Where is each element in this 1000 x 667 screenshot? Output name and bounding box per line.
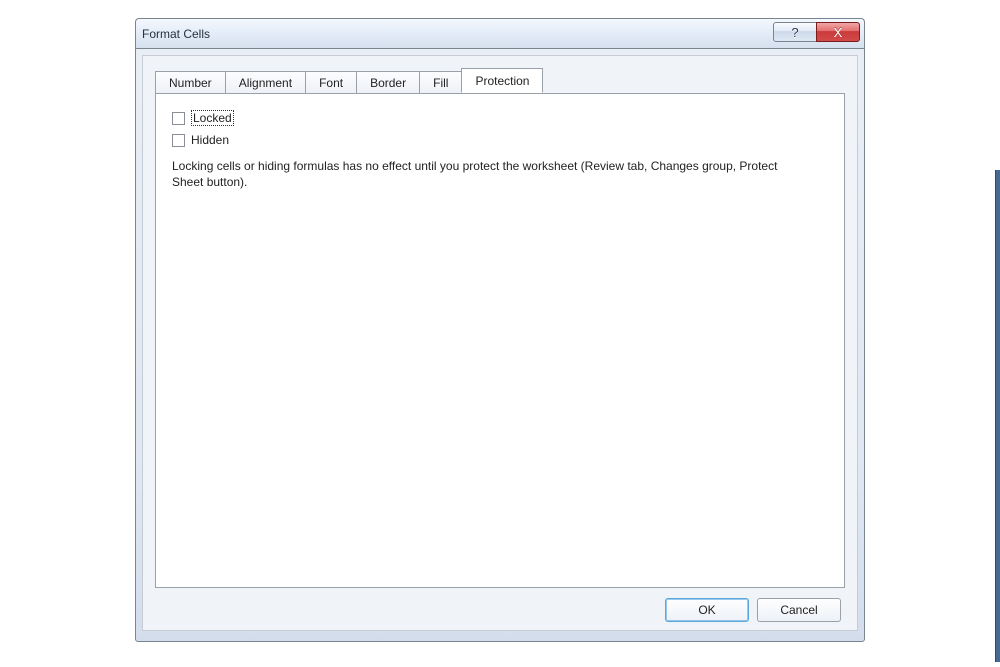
button-label: Cancel <box>780 603 817 617</box>
window-buttons: ? X <box>773 22 860 42</box>
hidden-row: Hidden <box>172 130 828 150</box>
tab-label: Number <box>169 76 212 90</box>
button-row: OK Cancel <box>155 588 845 622</box>
tab-protection[interactable]: Protection <box>461 68 543 93</box>
tab-label: Protection <box>475 74 529 88</box>
help-icon: ? <box>791 25 798 40</box>
client-area: Number Alignment Font Border Fill Protec… <box>135 48 865 642</box>
tab-border[interactable]: Border <box>356 71 420 94</box>
button-label: OK <box>698 603 715 617</box>
tab-label: Fill <box>433 76 448 90</box>
locked-checkbox[interactable] <box>172 112 185 125</box>
tab-font[interactable]: Font <box>305 71 357 94</box>
tab-fill[interactable]: Fill <box>419 71 462 94</box>
cancel-button[interactable]: Cancel <box>757 598 841 622</box>
close-icon: X <box>834 25 843 40</box>
hidden-label[interactable]: Hidden <box>191 133 229 147</box>
tab-number[interactable]: Number <box>155 71 226 94</box>
dialog-panel: Number Alignment Font Border Fill Protec… <box>142 55 858 631</box>
locked-label[interactable]: Locked <box>191 110 234 126</box>
locked-row: Locked <box>172 108 828 128</box>
title-bar[interactable]: Format Cells ? X <box>135 18 865 48</box>
tab-label: Border <box>370 76 406 90</box>
tab-label: Font <box>319 76 343 90</box>
hidden-checkbox[interactable] <box>172 134 185 147</box>
close-button[interactable]: X <box>816 22 860 42</box>
protection-note: Locking cells or hiding formulas has no … <box>172 158 812 190</box>
tab-strip: Number Alignment Font Border Fill Protec… <box>155 68 845 93</box>
tab-page-protection: Locked Hidden Locking cells or hiding fo… <box>155 93 845 588</box>
format-cells-dialog: Format Cells ? X Number Alignment Font <box>135 18 865 642</box>
tab-label: Alignment <box>239 76 292 90</box>
background-stripe <box>995 170 1000 662</box>
window-title: Format Cells <box>142 27 210 41</box>
help-button[interactable]: ? <box>773 22 817 42</box>
tab-alignment[interactable]: Alignment <box>225 71 306 94</box>
ok-button[interactable]: OK <box>665 598 749 622</box>
